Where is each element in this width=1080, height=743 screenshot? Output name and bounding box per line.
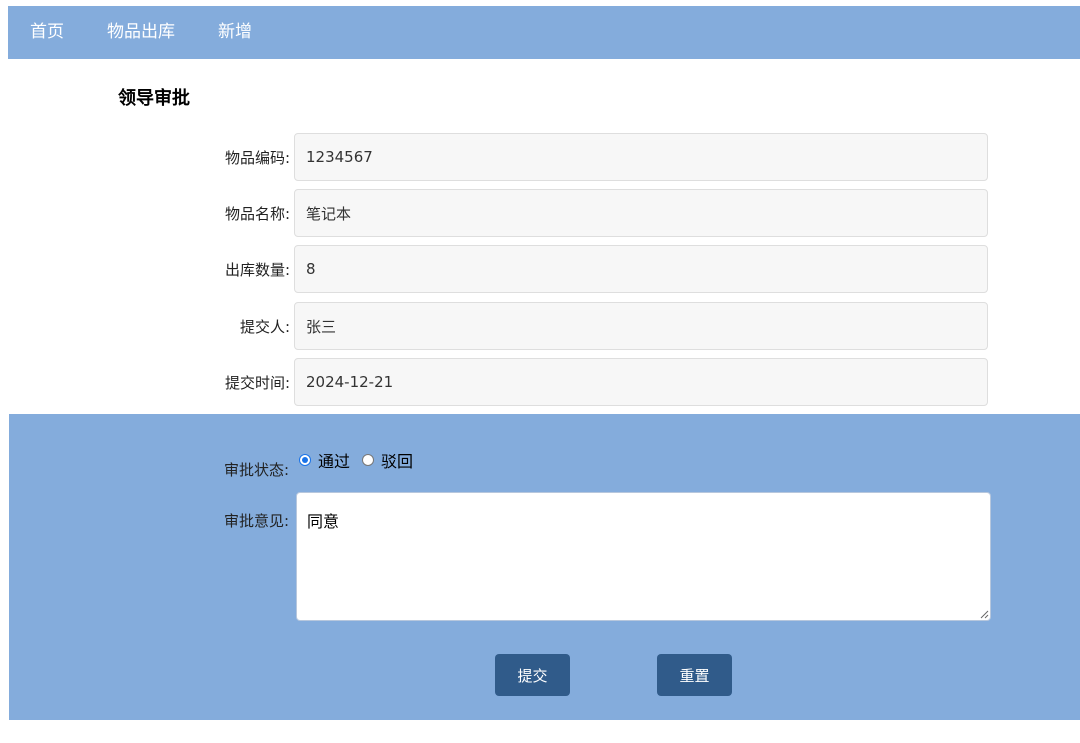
field-row-submitter: 提交人: [0, 302, 1080, 352]
page: 首页 物品出库 新增 领导审批 物品编码: 物品名称: 出库数量: 提交人: 提… [0, 0, 1080, 743]
submit-time-label: 提交时间: [224, 374, 290, 392]
field-row-item-code: 物品编码: [0, 133, 1080, 183]
approval-panel: 审批状态: 通过 驳回 审批意见: 同意 提交 重置 [9, 414, 1080, 720]
nav-add-link[interactable]: 新增 [218, 24, 252, 41]
field-row-item-name: 物品名称: [0, 189, 1080, 239]
item-name-label: 物品名称: [224, 205, 290, 223]
approval-status-radio-group: 通过 驳回 [299, 448, 425, 472]
quantity-label: 出库数量: [224, 261, 290, 279]
submit-button[interactable]: 提交 [495, 654, 570, 696]
field-row-submit-time: 提交时间: [0, 358, 1080, 408]
resize-handle-icon[interactable] [979, 609, 989, 619]
reset-button[interactable]: 重置 [657, 654, 732, 696]
field-row-quantity: 出库数量: [0, 245, 1080, 295]
item-code-field[interactable] [294, 133, 988, 181]
approve-radio[interactable] [299, 454, 311, 466]
item-code-label: 物品编码: [224, 149, 290, 167]
nav-item-outbound-link[interactable]: 物品出库 [107, 24, 175, 41]
item-name-field[interactable] [294, 189, 988, 237]
approval-status-label: 审批状态: [223, 461, 289, 479]
reject-radio[interactable] [362, 454, 375, 466]
page-title: 领导审批 [118, 88, 190, 109]
top-navbar: 首页 物品出库 新增 [8, 6, 1080, 59]
nav-home-link[interactable]: 首页 [30, 24, 64, 41]
submitter-field[interactable] [294, 302, 988, 350]
submitter-label: 提交人: [239, 318, 290, 336]
approve-radio-label[interactable]: 通过 [318, 448, 350, 472]
approval-comment-label: 审批意见: [223, 512, 289, 530]
submit-time-field[interactable] [294, 358, 988, 406]
approval-comment-textarea[interactable]: 同意 [296, 492, 991, 621]
quantity-field[interactable] [294, 245, 988, 293]
reject-radio-label[interactable]: 驳回 [381, 448, 413, 472]
